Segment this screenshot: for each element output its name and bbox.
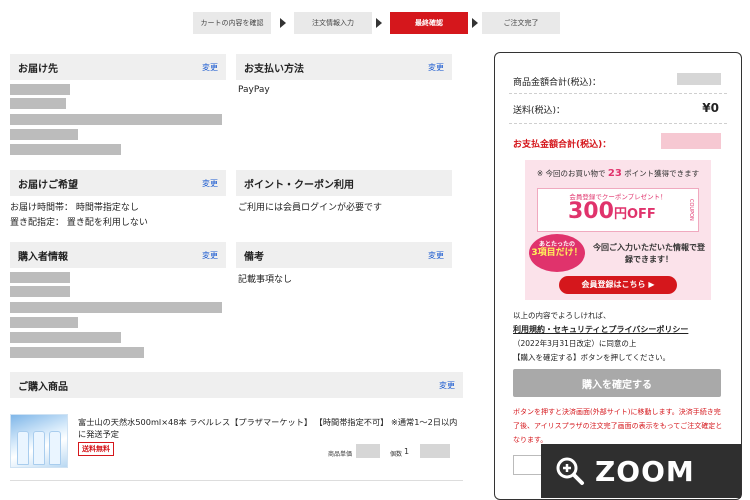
subtotal-redacted xyxy=(420,444,450,458)
step-cart: カートの内容を確認 xyxy=(193,12,271,34)
step-arrow-icon xyxy=(472,18,478,28)
redacted-field xyxy=(10,317,78,328)
free-shipping-badge: 送料無料 xyxy=(78,442,114,456)
section-title: 購入者情報 xyxy=(18,251,68,263)
buyer-info-change-link[interactable]: 変更 xyxy=(202,250,218,261)
section-title: お支払い方法 xyxy=(244,63,304,75)
notes-value: 記載事項なし xyxy=(238,275,293,285)
product-image[interactable] xyxy=(10,414,68,468)
payment-change-link[interactable]: 変更 xyxy=(428,62,444,73)
delivery-wish-header: お届けご希望 変更 xyxy=(10,170,226,196)
quantity-label: 個数 xyxy=(390,451,403,458)
payment-method-value: PayPay xyxy=(238,85,270,95)
total-label: お支払金額合計(税込)： xyxy=(513,140,612,150)
member-signup-banner[interactable]: ※ 今回のお買い物で 23 ポイント獲得できます 会員登録でクーポンプレゼント！… xyxy=(525,160,711,300)
coupon-amount: 300円OFF xyxy=(568,199,656,224)
zoom-label: ZOOM xyxy=(595,454,695,488)
section-title: ポイント・クーポン利用 xyxy=(244,179,354,191)
delivery-address-change-link[interactable]: 変更 xyxy=(202,62,218,73)
section-title: 備考 xyxy=(244,251,264,263)
points-earn-text: ※ 今回のお買い物で 23 ポイント獲得できます xyxy=(536,168,700,179)
step-order-info: 注文情報入力 xyxy=(294,12,372,34)
section-title: お届けご希望 xyxy=(18,179,78,191)
redacted-field xyxy=(10,332,121,343)
redacted-field xyxy=(10,114,222,125)
product-name[interactable]: 富士山の天然水500ml×48本 ラベルレス【プラザマーケット】 【時間帯指定不… xyxy=(78,416,463,440)
redacted-field xyxy=(10,286,70,297)
confirm-purchase-button[interactable]: 購入を確定する xyxy=(513,369,721,397)
divider xyxy=(509,93,727,94)
zoom-button[interactable]: ZOOM xyxy=(541,444,741,498)
shipping-value: ¥0 xyxy=(702,101,719,115)
delivery-address-header: お届け先 変更 xyxy=(10,54,226,80)
points-header: ポイント・クーポン利用 xyxy=(236,170,452,196)
step-complete: ご注文完了 xyxy=(482,12,560,34)
divider xyxy=(10,480,463,481)
unit-price-label: 商品単価 xyxy=(328,451,353,458)
products-header: ご購入商品 変更 xyxy=(10,372,463,398)
delivery-wish-change-link[interactable]: 変更 xyxy=(202,178,218,189)
bottle-graphic xyxy=(49,431,61,465)
points-note: ご利用には会員ログインが必要です xyxy=(238,203,383,213)
unit-price-redacted xyxy=(356,444,380,458)
coupon-tag: COUPON xyxy=(688,199,694,221)
bottle-graphic xyxy=(17,431,29,465)
redacted-field xyxy=(10,84,70,95)
section-title: お届け先 xyxy=(18,63,58,75)
terms-link[interactable]: 利用規約・セキュリティとプライバシーポリシー xyxy=(513,323,728,337)
coupon-graphic: 会員登録でクーポンプレゼント！ 300円OFF COUPON xyxy=(537,188,699,232)
divider xyxy=(509,123,727,124)
notes-change-link[interactable]: 変更 xyxy=(428,250,444,261)
notes-header: 備考 変更 xyxy=(236,242,452,268)
subtotal-label: 商品金額合計(税込)： xyxy=(513,78,602,88)
quantity-value: 1 xyxy=(404,447,410,456)
bottle-graphic xyxy=(33,431,45,465)
section-title: ご購入商品 xyxy=(18,381,68,393)
zoom-in-icon xyxy=(556,457,584,485)
total-value-redacted xyxy=(661,133,721,149)
redacted-field xyxy=(10,302,222,313)
agreement-text: 以上の内容でよろしければ、 利用規約・セキュリティとプライバシーポリシー （20… xyxy=(513,309,728,365)
step-final-confirm: 最終確認 xyxy=(390,12,468,34)
step-arrow-icon xyxy=(280,18,286,28)
redacted-field xyxy=(10,347,144,358)
redacted-field xyxy=(10,98,66,109)
payment-redirect-warning: ボタンを押すと決済画面(外部サイト)に移動します。決済手続き完了後、アイリスプラ… xyxy=(513,408,723,444)
member-signup-button[interactable]: 会員登録はこちら ▶ xyxy=(559,276,677,294)
order-summary-panel: 商品金額合計(税込)： 送料(税込)： ¥0 お支払金額合計(税込)： ※ 今回… xyxy=(494,52,742,500)
redacted-field xyxy=(10,272,70,283)
signup-message: 今回ご入力いただいた情報で登録できます！ xyxy=(593,243,705,264)
drop-off-text: 置き配指定： 置き配を利用しない xyxy=(10,218,148,228)
redacted-field xyxy=(10,144,121,155)
payment-header: お支払い方法 変更 xyxy=(236,54,452,80)
products-change-link[interactable]: 変更 xyxy=(439,380,455,391)
shipping-label: 送料(税込)： xyxy=(513,106,566,116)
subtotal-value-redacted xyxy=(677,73,721,85)
three-items-badge: あとたったの 3項目だけ！ xyxy=(529,234,585,272)
step-arrow-icon xyxy=(376,18,382,28)
delivery-time-text: お届け時間帯： 時間帯指定なし xyxy=(10,203,139,213)
buyer-info-header: 購入者情報 変更 xyxy=(10,242,226,268)
redacted-field xyxy=(10,129,78,140)
